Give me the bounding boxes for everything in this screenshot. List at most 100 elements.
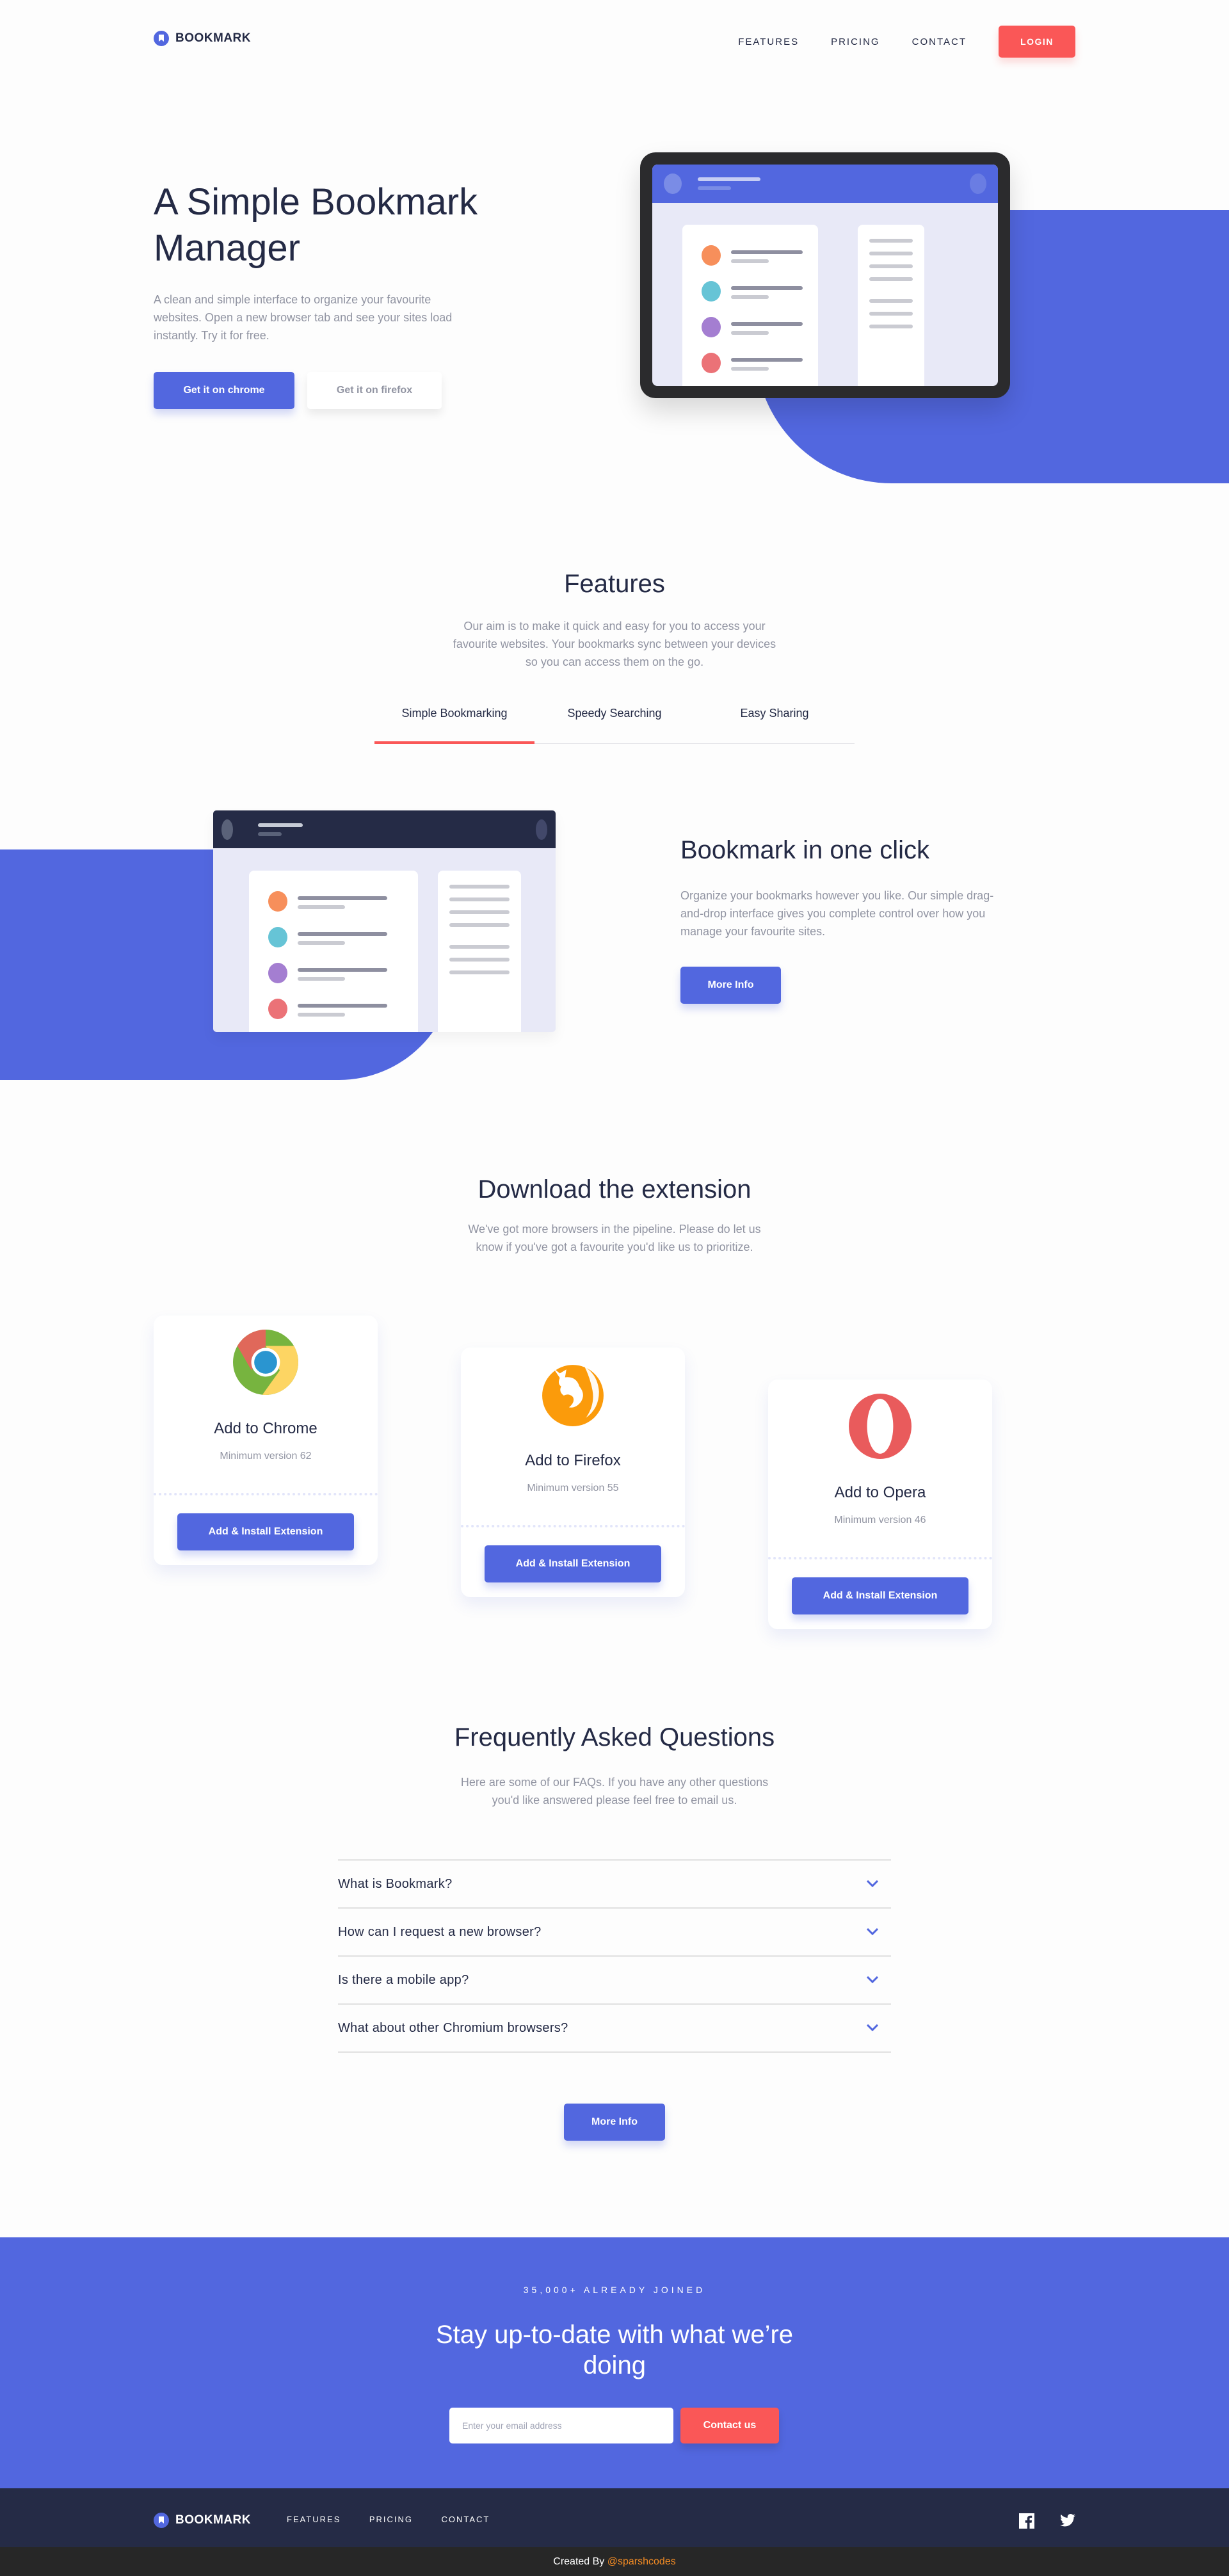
bookmark-url-placeholder (731, 295, 769, 299)
features-title: Features (564, 570, 665, 598)
avatar-placeholder (221, 819, 233, 840)
faq-question: How can I request a new browser? (338, 1924, 542, 1939)
nav-features[interactable]: FEATURES (738, 36, 799, 47)
nav-contact[interactable]: CONTACT (912, 36, 967, 47)
extension-card-opera: Add to Opera Minimum version 46 Add & In… (768, 1380, 992, 1629)
site-footer: BOOKMARK FEATURES PRICING CONTACT (0, 2488, 1229, 2547)
bookmark-title-placeholder (731, 286, 803, 290)
chevron-down-icon (867, 1928, 878, 1936)
bookmark-favicon-placeholder (702, 245, 721, 266)
faq-title: Frequently Asked Questions (454, 1723, 775, 1751)
features-description: Our aim is to make it quick and easy for… (453, 620, 776, 668)
email-input[interactable] (449, 2408, 673, 2443)
faq-more-info-button[interactable]: More Info (564, 2104, 665, 2141)
bookmark-favicon-placeholder (268, 999, 287, 1019)
footer-logo[interactable]: BOOKMARK (154, 2513, 251, 2528)
nav-pricing[interactable]: PRICING (831, 36, 880, 47)
folder-placeholder (869, 277, 913, 281)
newsletter-section: 35,000+ ALREADY JOINED Stay up-to-date w… (0, 2237, 1229, 2488)
bookmark-logo-icon (154, 31, 169, 46)
bookmark-url-placeholder (731, 331, 769, 335)
feature-illustration (213, 810, 556, 1032)
extension-name: Add to Opera (834, 1484, 926, 1501)
get-chrome-button[interactable]: Get it on chrome (154, 372, 294, 409)
hero-title: A Simple Bookmark Manager (154, 181, 478, 269)
extension-version: Minimum version 55 (527, 1483, 619, 1493)
illustration-header (213, 810, 556, 848)
bookmark-title-placeholder (298, 896, 387, 900)
opera-logo-icon (849, 1394, 912, 1459)
bookmark-list-card (249, 871, 418, 1032)
avatar-placeholder (664, 173, 682, 194)
newsletter-title: Stay up-to-date with what we’re doing (435, 2321, 794, 2379)
folder-placeholder (449, 898, 510, 901)
bookmark-favicon-placeholder (268, 927, 287, 947)
credit-bar: Created By @sparshcodes (0, 2547, 1229, 2576)
main-nav: FEATURES PRICING CONTACT LOGIN (706, 26, 1075, 58)
contact-us-button[interactable]: Contact us (680, 2408, 779, 2443)
footer-nav-contact[interactable]: CONTACT (441, 2515, 490, 2524)
firefox-logo-icon (542, 1365, 604, 1426)
folder-placeholder (869, 312, 913, 316)
bookmark-url-placeholder (731, 259, 769, 263)
chevron-down-icon (867, 1976, 878, 1984)
tab-simple-bookmarking[interactable]: Simple Bookmarking (374, 707, 534, 744)
faq-description: Here are some of our FAQs. If you have a… (460, 1776, 769, 1807)
faq-item[interactable]: How can I request a new browser? (338, 1908, 891, 1956)
credit-prefix: Created By (553, 2556, 607, 2567)
facebook-icon[interactable] (1019, 2513, 1034, 2529)
footer-nav-pricing[interactable]: PRICING (369, 2515, 413, 2524)
hero-description: A clean and simple interface to organize… (154, 293, 453, 342)
menu-placeholder (536, 819, 547, 840)
bookmark-title-placeholder (298, 932, 387, 936)
twitter-icon[interactable] (1060, 2514, 1075, 2527)
bookmark-url-placeholder (731, 367, 769, 371)
chrome-logo-icon (233, 1330, 298, 1395)
bookmark-favicon-placeholder (702, 317, 721, 337)
faq-item[interactable]: What about other Chromium browsers? (338, 2004, 891, 2052)
tab-easy-sharing[interactable]: Easy Sharing (695, 707, 855, 743)
credit-text: Created By @sparshcodes (0, 2547, 1229, 2576)
tab-speedy-searching[interactable]: Speedy Searching (534, 707, 695, 743)
joined-count: 35,000+ ALREADY JOINED (523, 2285, 706, 2295)
folder-placeholder (869, 325, 913, 328)
title-placeholder (258, 823, 303, 827)
extension-version: Minimum version 62 (220, 1451, 312, 1461)
hero-tablet-illustration (640, 152, 1010, 398)
menu-placeholder (970, 173, 986, 194)
folder-placeholder (869, 252, 913, 255)
dotted-divider (154, 1493, 378, 1495)
footer-nav-features[interactable]: FEATURES (287, 2515, 341, 2524)
bookmark-title-placeholder (731, 322, 803, 326)
bookmark-favicon-placeholder (268, 891, 287, 912)
install-opera-button[interactable]: Add & Install Extension (792, 1577, 968, 1614)
folder-placeholder (869, 239, 913, 243)
feature-more-info-button[interactable]: More Info (680, 967, 781, 1004)
screen-header (652, 165, 998, 203)
faq-item[interactable]: What is Bookmark? (338, 1860, 891, 1908)
footer-nav: FEATURES PRICING CONTACT (287, 2514, 515, 2525)
extension-card-chrome: Add to Chrome Minimum version 62 Add & I… (154, 1316, 378, 1565)
bookmark-url-placeholder (298, 941, 345, 945)
extension-version: Minimum version 46 (834, 1515, 926, 1525)
faq-question: Is there a mobile app? (338, 1972, 469, 1987)
logo[interactable]: BOOKMARK (154, 31, 251, 46)
faq-question: What about other Chromium browsers? (338, 2020, 568, 2035)
install-firefox-button[interactable]: Add & Install Extension (485, 1545, 661, 1582)
get-firefox-button[interactable]: Get it on firefox (307, 372, 442, 409)
faq-item[interactable]: Is there a mobile app? (338, 1956, 891, 2004)
author-link[interactable]: @sparshcodes (607, 2556, 676, 2567)
footer-logo-text: BOOKMARK (175, 2513, 251, 2527)
folder-placeholder (449, 945, 510, 949)
login-button[interactable]: LOGIN (999, 26, 1075, 58)
download-title: Download the extension (478, 1175, 751, 1203)
bookmark-url-placeholder (298, 905, 345, 909)
extension-name: Add to Chrome (214, 1420, 317, 1437)
bookmark-url-placeholder (298, 977, 345, 981)
bookmark-title-placeholder (298, 1004, 387, 1008)
download-description: We've got more browsers in the pipeline.… (468, 1223, 761, 1253)
extension-name: Add to Firefox (525, 1452, 621, 1469)
chevron-down-icon (867, 2024, 878, 2032)
install-chrome-button[interactable]: Add & Install Extension (177, 1513, 354, 1550)
folder-placeholder (449, 923, 510, 927)
